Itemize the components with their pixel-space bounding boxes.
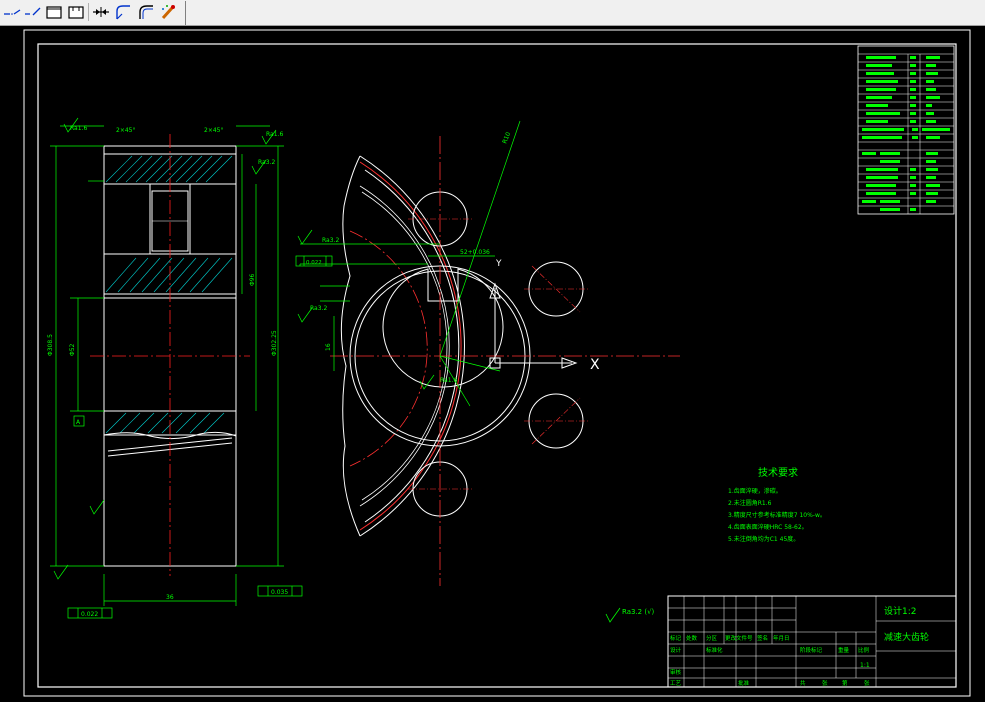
dim-tip-text: Φ302.25 [271, 330, 278, 356]
rectangle-icon[interactable] [44, 2, 64, 22]
cad-toolbar [0, 0, 985, 26]
tech-req-2: 2.未注圆角R1.6 [728, 499, 772, 507]
tb-label-total: 共 [800, 679, 806, 687]
section-view: Φ308.5 Φ52 Φ302.25 Φ96 36 2×45° 2×45° Ra… [47, 117, 303, 619]
title-block: 设计1:2 减速大齿轮 1:1 标记 处数 分区 更改文件号 签名 年月日 设计… [667, 595, 957, 688]
tech-req-4: 4.齿面表面淬硬HRC 58-62。 [728, 523, 808, 531]
tb-label-weight: 重量 [838, 646, 850, 654]
tech-req-3: 3.精度尺寸参考标准精度7 10%-w。 [728, 511, 826, 519]
part-name: 减速大齿轮 [884, 631, 929, 643]
general-roughness-note: Ra3.2 (√) [622, 608, 655, 616]
ucs-x-label: X [590, 357, 600, 373]
tb-label-sheets: 张 [822, 679, 828, 687]
ra32-right: Ra3.2 [258, 159, 275, 166]
dimension-arrows-icon[interactable] [91, 2, 111, 22]
tb-label-design: 设计 [670, 646, 682, 654]
ucs-y-label: Y [495, 259, 502, 269]
drawing-canvas[interactable]: Φ308.5 Φ52 Φ302.25 Φ96 36 2×45° 2×45° Ra… [0, 26, 985, 702]
line-dash-icon[interactable] [23, 2, 43, 22]
dim-bore-text: Φ52 [69, 343, 76, 356]
chamfer-left: 2×45° [116, 127, 135, 134]
drawing-no: 设计1:2 [884, 605, 917, 617]
fillet-icon[interactable] [136, 2, 156, 22]
key-dim-text: 16 [325, 343, 332, 351]
chamfer-right: 2×45° [204, 127, 223, 134]
tb-label-process: 工艺 [670, 680, 682, 687]
tb-label-sheet: 张 [864, 679, 870, 687]
dim-width-text: 36 [166, 594, 174, 601]
tb-label-approve: 批准 [738, 679, 750, 687]
tech-requirements: 技术要求 1.齿面淬硬，渗碳。 2.未注圆角R1.6 3.精度尺寸参考标准精度7… [728, 466, 826, 543]
toolbar-end-divider [185, 1, 186, 25]
front-view: X Y R10 Ra3.2 Ra3.2 Ra1.6 52+0.036 16 0.… [295, 120, 680, 586]
cad-drawing: Φ308.5 Φ52 Φ302.25 Φ96 36 2×45° 2×45° Ra… [23, 29, 971, 697]
tb-label-no: 第 [842, 679, 848, 687]
tb-label-sign: 签名 [757, 634, 768, 642]
tb-label-review: 审核 [670, 668, 682, 676]
scale-value: 1:1 [860, 662, 870, 669]
curve-icon[interactable] [113, 2, 133, 22]
inner-border [37, 43, 957, 688]
tb-label-std: 标准化 [706, 646, 723, 654]
tech-req-title: 技术要求 [758, 466, 798, 479]
open-rectangle-icon[interactable] [66, 2, 86, 22]
tech-req-5: 5.未注倒角均为C1 45度。 [728, 535, 799, 543]
ra32-front-2: Ra3.2 [310, 305, 327, 312]
radius-leader-text: R10 [501, 131, 512, 145]
ra16-front: Ra1.6 [440, 377, 457, 384]
dim-hub-text: Φ96 [249, 273, 256, 286]
tb-label-change: 更改文件号 [725, 634, 753, 642]
slot-dim-text: 52+0.036 [460, 249, 490, 256]
tol-front: 0.022 [306, 260, 322, 266]
tech-req-1: 1.齿面淬硬，渗碳。 [728, 487, 782, 495]
tb-label-count: 处数 [686, 634, 698, 642]
tb-label-mark: 标记 [670, 634, 682, 642]
toolbar-separator [88, 3, 89, 21]
line-dash-dot-icon[interactable] [2, 2, 22, 22]
tb-label-stage: 阶段标记 [800, 646, 823, 654]
tol-right: 0.035 [271, 589, 288, 596]
dim-outer-text: Φ308.5 [47, 334, 54, 356]
datum-a-left: A [76, 419, 81, 426]
ra32-front: Ra3.2 [322, 237, 339, 244]
tb-label-scale: 比例 [858, 646, 870, 654]
magic-pen-icon[interactable] [158, 2, 178, 22]
tb-label-zone: 分区 [706, 634, 718, 642]
parameter-table [857, 45, 955, 215]
tol-left: 0.022 [81, 611, 98, 618]
tb-label-date: 年月日 [773, 634, 790, 642]
